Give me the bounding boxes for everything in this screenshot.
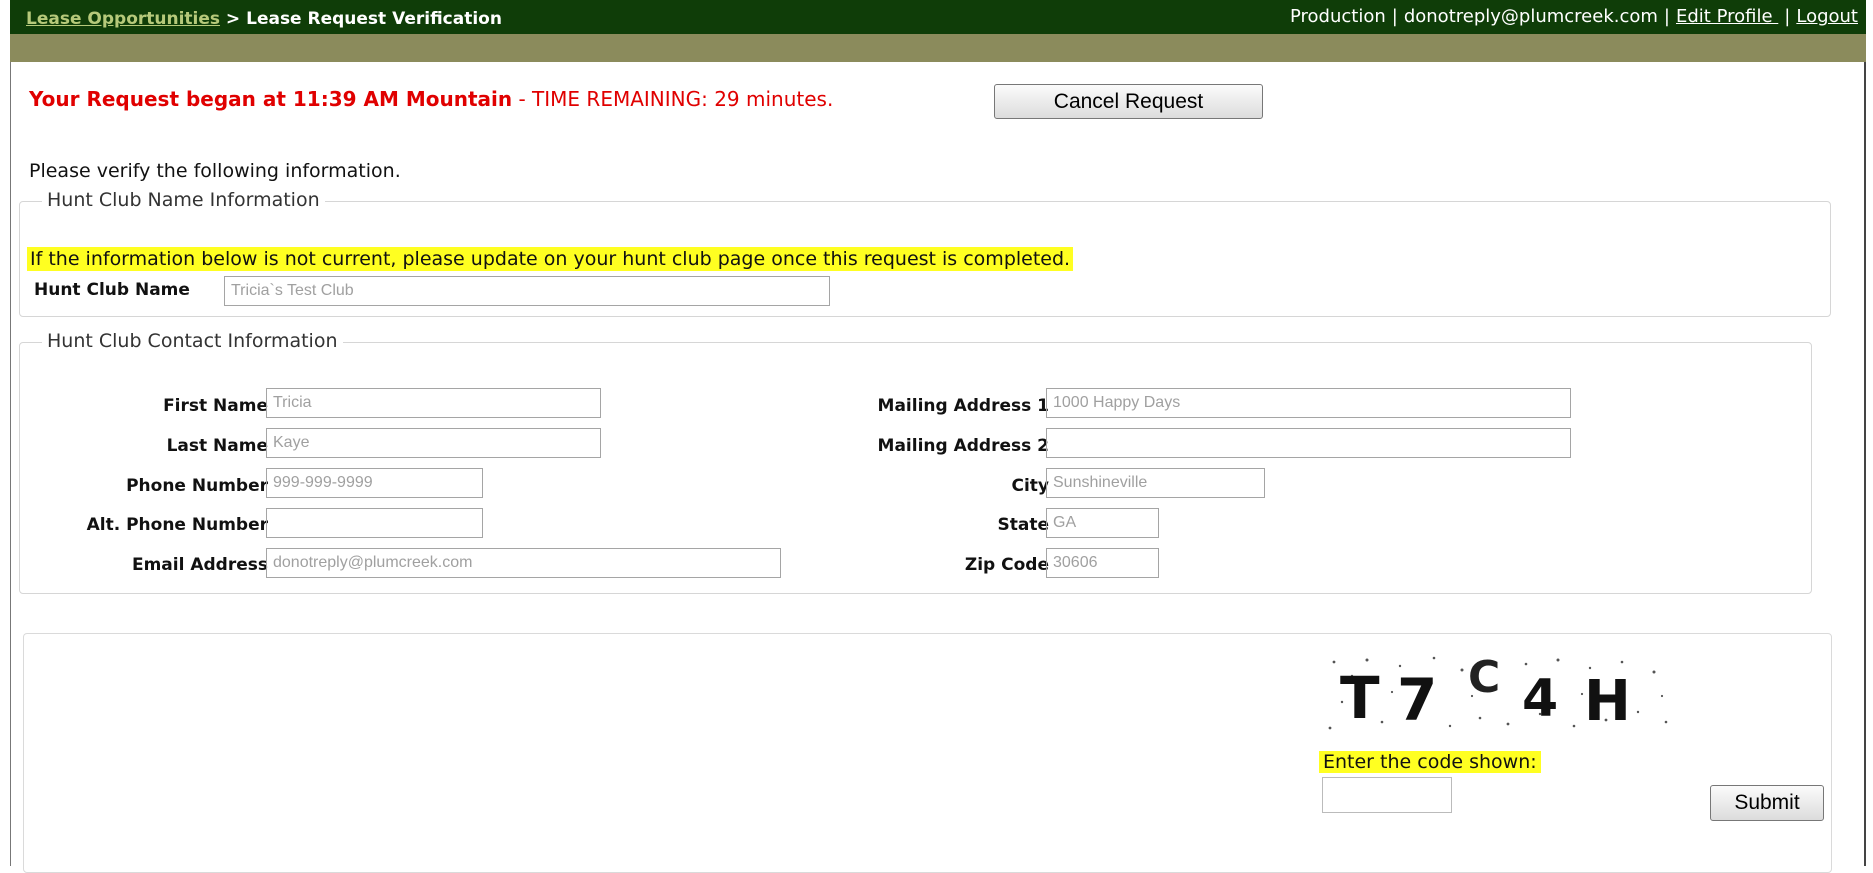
hunt-club-name-section: Hunt Club Name Information If the inform… (19, 189, 1831, 317)
top-bar: Lease Opportunities > Lease Request Veri… (10, 0, 1866, 34)
verify-instructions: Please verify the following information. (29, 160, 401, 182)
hunt-club-name-label: Hunt Club Name (34, 280, 190, 300)
request-began-text: Your Request began at 11:39 AM Mountain (29, 87, 513, 111)
hunt-club-contact-section: Hunt Club Contact Information First Name… (19, 330, 1812, 594)
separator: | (1663, 6, 1670, 27)
separator: | (1391, 6, 1398, 27)
last-name-label: Last Name (166, 436, 268, 456)
svg-text:4: 4 (1522, 669, 1558, 729)
email-address-label: Email Address (131, 555, 268, 575)
city-label: City (1011, 476, 1049, 496)
alt-phone-number-input[interactable] (266, 508, 483, 538)
svg-text:C: C (1468, 652, 1500, 703)
phone-number-input[interactable]: 999-999-9999 (266, 468, 483, 498)
svg-text:H: H (1584, 669, 1631, 734)
separator: | (1784, 6, 1791, 27)
svg-text:T: T (1340, 664, 1380, 732)
hunt-club-name-input[interactable]: Tricia`s Test Club (224, 276, 830, 306)
submit-button[interactable]: Submit (1710, 785, 1824, 821)
logout-link[interactable]: Logout (1796, 6, 1858, 27)
header-stripe (10, 34, 1866, 62)
alt-phone-number-label: Alt. Phone Number (86, 515, 268, 535)
state-label: State (997, 515, 1050, 535)
mailing-address-2-label: Mailing Address 2 (877, 436, 1049, 456)
captcha-prompt: Enter the code shown: (1319, 751, 1541, 773)
first-name-input[interactable]: Tricia (266, 388, 601, 418)
svg-text:7: 7 (1397, 666, 1437, 734)
user-bar: Production | donotreply@plumcreek.com | Edit… (1290, 6, 1858, 27)
state-input[interactable]: GA (1046, 508, 1159, 538)
mailing-address-1-input[interactable]: 1000 Happy Days (1046, 388, 1571, 418)
zip-code-label: Zip Code (964, 555, 1049, 575)
user-email: donotreply@plumcreek.com (1403, 6, 1658, 27)
breadcrumb-link-lease-opportunities[interactable]: Lease Opportunities (26, 9, 220, 29)
last-name-input[interactable]: Kaye (266, 428, 601, 458)
cancel-request-button[interactable]: Cancel Request (994, 84, 1263, 119)
update-notice: If the information below is not current,… (27, 247, 1074, 271)
mailing-address-1-label: Mailing Address 1 (877, 396, 1049, 416)
city-input[interactable]: Sunshineville (1046, 468, 1265, 498)
breadcrumb: Lease Opportunities > Lease Request Veri… (26, 9, 502, 29)
environment-label: Production (1289, 6, 1386, 27)
breadcrumb-current: Lease Request Verification (246, 9, 502, 29)
hunt-club-contact-legend: Hunt Club Contact Information (42, 330, 343, 352)
zip-code-input[interactable]: 30606 (1046, 548, 1159, 578)
phone-number-label: Phone Number (126, 476, 268, 496)
mailing-address-2-input[interactable] (1046, 428, 1571, 458)
time-remaining-text: - TIME REMAINING: 29 minutes. (512, 87, 834, 111)
request-timer: Your Request began at 11:39 AM Mountain … (29, 87, 833, 111)
hunt-club-name-legend: Hunt Club Name Information (42, 189, 325, 211)
first-name-label: First Name (163, 396, 268, 416)
captcha-code-input[interactable] (1322, 777, 1452, 813)
captcha-image: T 7 C 4 H (1322, 652, 1675, 734)
breadcrumb-separator: > (220, 9, 247, 29)
edit-profile-link[interactable]: Edit Profile (1676, 6, 1778, 27)
email-address-input[interactable]: donotreply@plumcreek.com (266, 548, 781, 578)
